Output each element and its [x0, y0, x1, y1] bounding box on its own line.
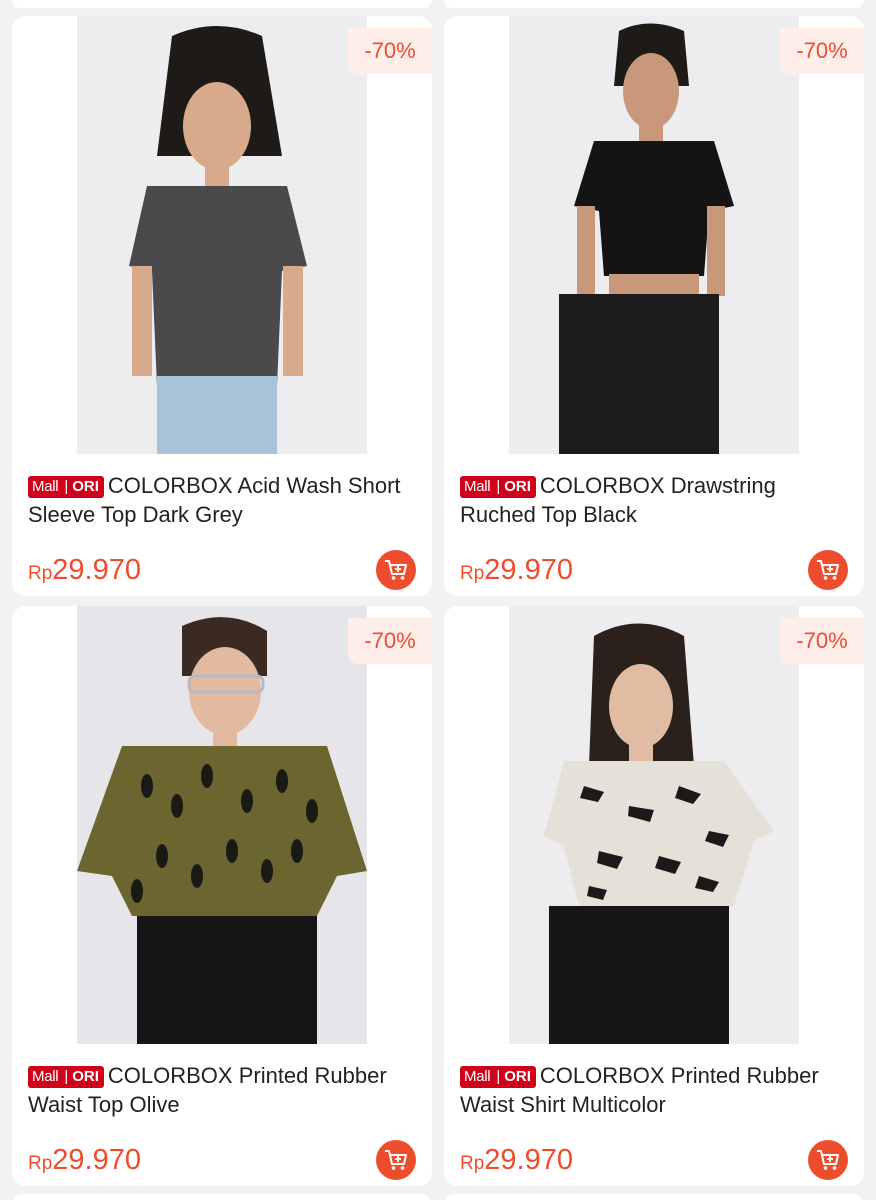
mall-label: Mall [28, 476, 63, 498]
mall-label: Mall [28, 1066, 63, 1088]
price-amount: 29.970 [52, 554, 141, 586]
product-title[interactable]: Mall | ORI COLORBOX Acid Wash Short Sleeve … [28, 471, 424, 529]
price-currency: Rp [28, 1153, 53, 1174]
previous-row-card-left [12, 0, 432, 8]
cart-plus-icon [385, 1150, 407, 1170]
price-amount: 29.970 [484, 1144, 573, 1176]
product-title[interactable]: Mall | ORI COLORBOX Printed Rubber Waist Sh… [460, 1061, 856, 1119]
mall-label: Mall [460, 476, 495, 498]
product-card[interactable]: -70% Mall | ORI COLORBOX Printed Rubber Wai… [444, 606, 864, 1186]
badge-separator: | [62, 1066, 71, 1088]
product-card[interactable]: -70% Mall | ORI COLORBOX Acid Wash Short Sl… [12, 16, 432, 596]
product-image[interactable] [509, 16, 799, 454]
product-price: Rp29.970 [460, 1144, 573, 1177]
discount-badge: -70% [780, 618, 864, 664]
ori-label: ORI [502, 476, 536, 498]
cart-plus-icon [817, 1150, 839, 1170]
product-title[interactable]: Mall | ORI COLORBOX Printed Rubber Waist To… [28, 1061, 424, 1119]
price-currency: Rp [28, 563, 53, 584]
product-image-area[interactable]: -70% [12, 16, 432, 454]
product-card[interactable]: -70% Mall | ORI COLORBOX Printed Rubber Wai… [12, 606, 432, 1186]
price-currency: Rp [460, 1153, 485, 1174]
badge-separator: | [494, 476, 503, 498]
product-image-area[interactable]: -70% [444, 606, 864, 1044]
add-to-cart-button[interactable] [376, 1140, 416, 1180]
add-to-cart-button[interactable] [808, 1140, 848, 1180]
badge-separator: | [494, 1066, 503, 1088]
discount-badge: -70% [348, 28, 432, 74]
previous-row-card-right [444, 0, 864, 8]
ori-label: ORI [502, 1066, 536, 1088]
discount-badge: -70% [348, 618, 432, 664]
mall-label: Mall [460, 1066, 495, 1088]
product-image-area[interactable]: -70% [444, 16, 864, 454]
product-title[interactable]: Mall | ORI COLORBOX Drawstring Ruched Top B… [460, 471, 856, 529]
product-image[interactable] [77, 606, 367, 1044]
product-image[interactable] [77, 16, 367, 454]
model-photo-icon [77, 16, 367, 454]
price-amount: 29.970 [484, 554, 573, 586]
product-card[interactable]: -70% Mall | ORI COLORBOX Drawstring Ruched … [444, 16, 864, 596]
next-row-card-left [12, 1194, 432, 1200]
add-to-cart-button[interactable] [376, 550, 416, 590]
product-image-area[interactable]: -70% [12, 606, 432, 1044]
next-row-card-right [444, 1194, 864, 1200]
cart-plus-icon [817, 560, 839, 580]
cart-plus-icon [385, 560, 407, 580]
discount-badge: -70% [780, 28, 864, 74]
product-price: Rp29.970 [460, 554, 573, 587]
model-photo-icon [509, 16, 799, 454]
badge-separator: | [62, 476, 71, 498]
price-amount: 29.970 [52, 1144, 141, 1176]
mall-ori-badge: Mall | ORI [460, 1066, 536, 1088]
model-photo-icon [77, 606, 367, 1044]
ori-label: ORI [70, 476, 104, 498]
product-price: Rp29.970 [28, 1144, 141, 1177]
mall-ori-badge: Mall | ORI [28, 1066, 104, 1088]
model-photo-icon [509, 606, 799, 1044]
add-to-cart-button[interactable] [808, 550, 848, 590]
mall-ori-badge: Mall | ORI [28, 476, 104, 498]
ori-label: ORI [70, 1066, 104, 1088]
product-price: Rp29.970 [28, 554, 141, 587]
mall-ori-badge: Mall | ORI [460, 476, 536, 498]
price-currency: Rp [460, 563, 485, 584]
product-image[interactable] [509, 606, 799, 1044]
